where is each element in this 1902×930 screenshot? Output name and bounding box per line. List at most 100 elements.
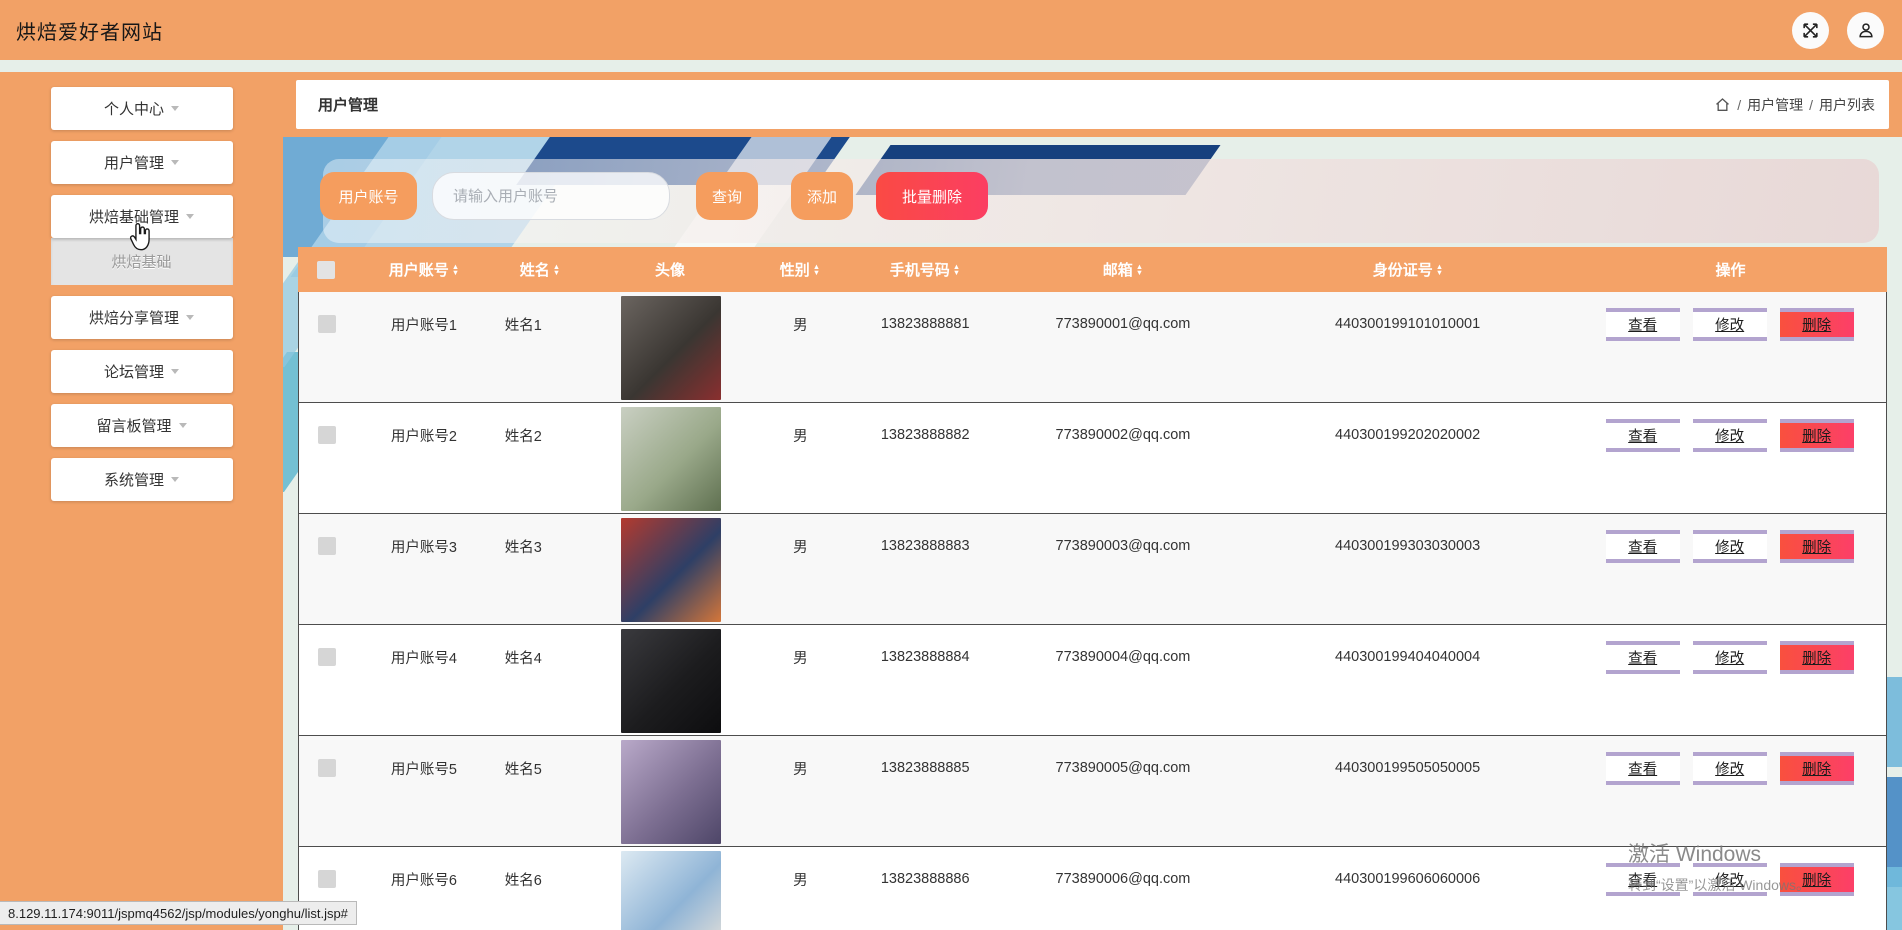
caret-down-icon <box>186 315 194 320</box>
fullscreen-button[interactable] <box>1792 11 1829 49</box>
row-checkbox[interactable] <box>317 759 336 777</box>
sidebar-item-label: 烘焙分享管理 <box>88 310 179 327</box>
row-checkbox[interactable] <box>317 870 336 888</box>
view-button[interactable]: 查看 <box>1605 307 1680 341</box>
delete-button[interactable]: 删除 <box>1779 640 1854 674</box>
cell-gender: 男 <box>793 650 808 667</box>
app-title: 烘焙爱好者网站 <box>16 21 163 44</box>
column-header[interactable]: 手机号码 ▲ ▼ <box>846 259 1004 280</box>
view-button[interactable]: 查看 <box>1605 529 1680 563</box>
delete-button[interactable]: 删除 <box>1779 418 1854 452</box>
delete-button[interactable]: 删除 <box>1779 307 1854 341</box>
cell-account: 用户账号1 <box>390 317 457 334</box>
row-checkbox[interactable] <box>317 315 336 333</box>
delete-button[interactable]: 删除 <box>1779 751 1854 785</box>
sidebar-item-0[interactable]: 个人中心 <box>50 87 233 130</box>
avatar <box>620 740 721 844</box>
page-title: 用户管理 <box>318 97 379 114</box>
table-row: 用户账号1 姓名1 男 13823888881 773890001@qq.com… <box>299 292 1886 403</box>
column-header: 头像 <box>654 262 685 279</box>
sort-icon: ▲ ▼ <box>1435 261 1444 277</box>
cell-email: 773890001@qq.com <box>1055 316 1191 332</box>
delete-button[interactable]: 删除 <box>1779 529 1854 563</box>
view-button[interactable]: 查看 <box>1605 751 1680 785</box>
sidebar-item-label: 留言板管理 <box>96 418 172 435</box>
cell-idcard: 440300199606060006 <box>1335 871 1481 887</box>
edit-button[interactable]: 修改 <box>1692 640 1767 674</box>
sidebar-item-label: 个人中心 <box>103 101 164 118</box>
column-header[interactable]: 身份证号 ▲ ▼ <box>1242 259 1574 280</box>
column-header[interactable]: 用户账号 ▲ ▼ <box>354 259 494 280</box>
cell-gender: 男 <box>793 317 808 334</box>
sort-icon: ▲ ▼ <box>451 261 460 277</box>
row-checkbox[interactable] <box>317 426 336 444</box>
breadcrumb: / 用户管理 / 用户列表 <box>1714 95 1875 115</box>
cell-name: 姓名2 <box>504 428 542 445</box>
caret-down-icon <box>186 214 194 219</box>
sidebar: 个人中心 用户管理 烘焙基础管理 烘焙基础 烘焙分享管理 论坛管理 留言板管理 系统管理 <box>0 72 283 930</box>
column-header: 操作 <box>1715 262 1746 279</box>
table-row: 用户账号5 姓名5 男 13823888885 773890005@qq.com… <box>299 736 1886 847</box>
caret-down-icon <box>171 477 179 482</box>
cell-account: 用户账号4 <box>390 650 457 667</box>
view-button[interactable]: 查看 <box>1605 640 1680 674</box>
cell-name: 姓名5 <box>504 761 542 778</box>
delete-button[interactable]: 删除 <box>1779 862 1854 896</box>
sidebar-item-3[interactable]: 烘焙分享管理 <box>50 296 233 339</box>
column-header[interactable]: 性别 ▲ ▼ <box>754 259 846 280</box>
breadcrumb-item-1[interactable]: 用户管理 <box>1747 95 1803 115</box>
breadcrumb-item-2[interactable]: 用户列表 <box>1819 95 1875 115</box>
search-input[interactable] <box>432 172 670 220</box>
sidebar-item-label: 系统管理 <box>103 472 164 489</box>
avatar <box>620 296 721 400</box>
row-checkbox[interactable] <box>317 648 336 666</box>
edit-button[interactable]: 修改 <box>1692 307 1767 341</box>
edit-button[interactable]: 修改 <box>1692 418 1767 452</box>
query-button[interactable]: 查询 <box>696 172 758 220</box>
search-field-label: 用户账号 <box>320 172 417 220</box>
sidebar-item-5[interactable]: 留言板管理 <box>50 404 233 447</box>
caret-down-icon <box>171 106 179 111</box>
mouse-cursor-icon <box>127 222 155 257</box>
page-background-gap <box>0 60 1902 72</box>
cell-idcard: 440300199303030003 <box>1335 538 1481 554</box>
home-icon[interactable] <box>1714 97 1731 113</box>
batch-delete-button[interactable]: 批量删除 <box>876 172 988 220</box>
view-button[interactable]: 查看 <box>1605 418 1680 452</box>
browser-status-bar: 8.129.11.174:9011/jspmq4562/jsp/modules/… <box>0 901 357 925</box>
edit-button[interactable]: 修改 <box>1692 751 1767 785</box>
navbar-actions <box>1792 0 1884 60</box>
add-button[interactable]: 添加 <box>791 172 853 220</box>
table-row: 用户账号2 姓名2 男 13823888882 773890002@qq.com… <box>299 403 1886 514</box>
view-button[interactable]: 查看 <box>1605 862 1680 896</box>
cell-idcard: 440300199404040004 <box>1335 649 1481 665</box>
search-toolbar: 用户账号 查询 添加 批量删除 <box>283 172 1902 220</box>
avatar <box>620 407 721 511</box>
edit-button[interactable]: 修改 <box>1692 529 1767 563</box>
sidebar-item-label: 用户管理 <box>103 155 164 172</box>
cell-email: 773890006@qq.com <box>1055 871 1191 887</box>
sidebar-item-6[interactable]: 系统管理 <box>50 458 233 501</box>
edit-button[interactable]: 修改 <box>1692 862 1767 896</box>
caret-down-icon <box>171 160 179 165</box>
sidebar-item-1[interactable]: 用户管理 <box>50 141 233 184</box>
user-icon <box>1856 20 1876 40</box>
content-header: 用户管理 / 用户管理 / 用户列表 <box>283 72 1902 137</box>
row-checkbox[interactable] <box>317 537 336 555</box>
caret-down-icon <box>178 423 187 428</box>
table-row: 用户账号6 姓名6 男 13823888886 773890006@qq.com… <box>299 847 1886 930</box>
cell-phone: 13823888886 <box>880 871 970 887</box>
column-header[interactable]: 邮箱 ▲ ▼ <box>1004 259 1242 280</box>
cell-phone: 13823888882 <box>880 427 970 443</box>
column-header[interactable]: 姓名 ▲ ▼ <box>494 259 586 280</box>
cell-idcard: 440300199505050005 <box>1335 760 1481 776</box>
user-profile-button[interactable] <box>1847 11 1884 49</box>
select-all-checkbox[interactable] <box>317 260 335 279</box>
table-header-row: 用户账号 ▲ ▼ 姓名 ▲ ▼ 头像 性别 ▲ ▼ 手机号码 ▲ ▼ 邮箱 ▲ ▼ 身份证号 ▲ ▼ 操作 <box>298 247 1887 292</box>
cell-account: 用户账号5 <box>390 761 457 778</box>
cell-gender: 男 <box>793 428 808 445</box>
avatar <box>620 629 721 733</box>
top-navbar: 烘焙爱好者网站 <box>0 0 1902 60</box>
sidebar-item-4[interactable]: 论坛管理 <box>50 350 233 393</box>
cell-phone: 13823888885 <box>880 760 970 776</box>
